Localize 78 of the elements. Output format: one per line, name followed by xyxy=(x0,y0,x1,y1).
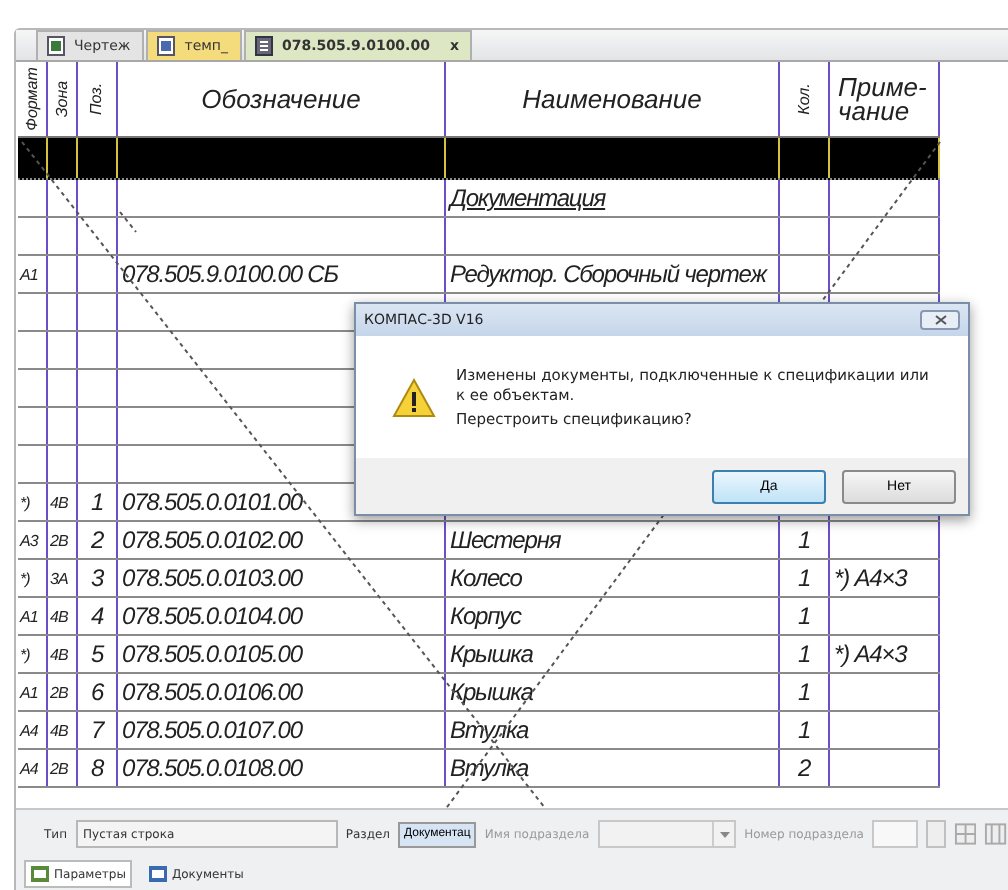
table-cell: 078.505.0.0108.00 xyxy=(118,750,446,786)
column-header: Кол. xyxy=(780,62,830,136)
column-header: Наименование xyxy=(446,62,780,136)
table-cell: Колесо xyxy=(446,560,780,596)
table-cell: 1 xyxy=(780,674,830,710)
table-cell: 7 xyxy=(78,712,118,748)
table-row[interactable]: А1 078.505.9.0100.00 СБ Редуктор. Сборочный чертеж xyxy=(18,256,940,294)
table-cell: 4В xyxy=(48,636,78,672)
table-cell: А4 xyxy=(18,750,48,786)
caret-icon xyxy=(719,831,730,837)
table-cell: А1 xyxy=(18,598,48,634)
document-icon xyxy=(156,36,177,56)
table-cell: А1 xyxy=(18,256,48,292)
table-cell: *) xyxy=(18,484,48,520)
table-cell: Крышка xyxy=(446,636,780,672)
table-cell: 4В xyxy=(48,598,78,634)
table-cell: 1 xyxy=(780,598,830,634)
table-cell: *) А4×3 xyxy=(830,560,940,596)
table-row[interactable]: А3 2В 2 078.505.0.0102.00 Шестерня 1 xyxy=(18,522,940,560)
table-cell: 1 xyxy=(780,560,830,596)
table-cell: 2 xyxy=(78,522,118,558)
table-cell: Крышка xyxy=(446,674,780,710)
table-cell: 2В xyxy=(48,674,78,710)
close-icon xyxy=(933,314,947,326)
table-cell: 6 xyxy=(78,674,118,710)
table-cell: *) А4×3 xyxy=(830,636,940,672)
table-cell: 078.505.0.0102.00 xyxy=(118,522,446,558)
table-cell: 1 xyxy=(780,636,830,672)
table-cell: 8 xyxy=(78,750,118,786)
table-row[interactable] xyxy=(18,138,940,180)
table-cell: 1 xyxy=(78,484,118,520)
table-row[interactable]: А1 2В 6 078.505.0.0106.00 Крышка 1 xyxy=(18,674,940,712)
table-row[interactable] xyxy=(18,218,940,256)
table-cell: 2В xyxy=(48,522,78,558)
table-cell: 1 xyxy=(780,712,830,748)
panel-icon xyxy=(147,864,168,884)
document-icon xyxy=(46,36,66,56)
table-cell: 4В xyxy=(48,712,78,748)
table-row[interactable]: А1 4В 4 078.505.0.0104.00 Корпус 1 xyxy=(18,598,940,636)
column-header: Зона xyxy=(48,62,78,136)
table-cell: 5 xyxy=(78,636,118,672)
table-cell: 2В xyxy=(48,750,78,786)
table-cell: 078.505.0.0104.00 xyxy=(118,598,446,634)
table-cell: А3 xyxy=(18,522,48,558)
table-row[interactable]: Документация xyxy=(18,180,940,218)
warning-icon xyxy=(392,377,436,417)
close-button[interactable] xyxy=(920,310,960,330)
table-cell: Шестерня xyxy=(446,522,780,558)
table-cell: 078.505.0.0105.00 xyxy=(118,636,446,672)
panel-icon xyxy=(30,864,50,884)
table-icon xyxy=(254,36,274,56)
table-cell: 3 xyxy=(78,560,118,596)
column-header: Приме- чание xyxy=(830,62,940,136)
table-cell: 078.505.0.0106.00 xyxy=(118,674,446,710)
table-row[interactable]: А4 4В 7 078.505.0.0107.00 Втулка 1 xyxy=(18,712,940,750)
table-row[interactable]: А4 2В 8 078.505.0.0108.00 Втулка 2 xyxy=(18,750,940,788)
table-cell: А4 xyxy=(18,712,48,748)
table-cell: 078.505.0.0103.00 xyxy=(118,560,446,596)
table-cell: Корпус xyxy=(446,598,780,634)
column-header: Обозначение xyxy=(118,62,446,136)
table-cell: А1 xyxy=(18,674,48,710)
table-cell: 078.505.9.0100.00 СБ xyxy=(118,256,446,292)
table-cell: Документация xyxy=(446,180,780,216)
table-cell: 1 xyxy=(780,522,830,558)
table-cell: *) xyxy=(18,636,48,672)
table-row[interactable]: *) 3А 3 078.505.0.0103.00 Колесо 1 *) А4×3 xyxy=(18,560,940,598)
table-cell: *) xyxy=(18,560,48,596)
table-cell: Редуктор. Сборочный чертеж xyxy=(446,256,780,292)
table-cell: Втулка xyxy=(446,750,780,786)
table-cell: 2 xyxy=(780,750,830,786)
table-cell: 3А xyxy=(48,560,78,596)
column-header: Поз. xyxy=(78,62,118,136)
table-row[interactable]: *) 4В 5 078.505.0.0105.00 Крышка 1 *) А4×3 xyxy=(18,636,940,674)
column-header: Формат xyxy=(18,62,48,136)
table-cell: Втулка xyxy=(446,712,780,748)
table-cell: 078.505.0.0107.00 xyxy=(118,712,446,748)
table-cell: 4 xyxy=(78,598,118,634)
table-cell: 4В xyxy=(48,484,78,520)
